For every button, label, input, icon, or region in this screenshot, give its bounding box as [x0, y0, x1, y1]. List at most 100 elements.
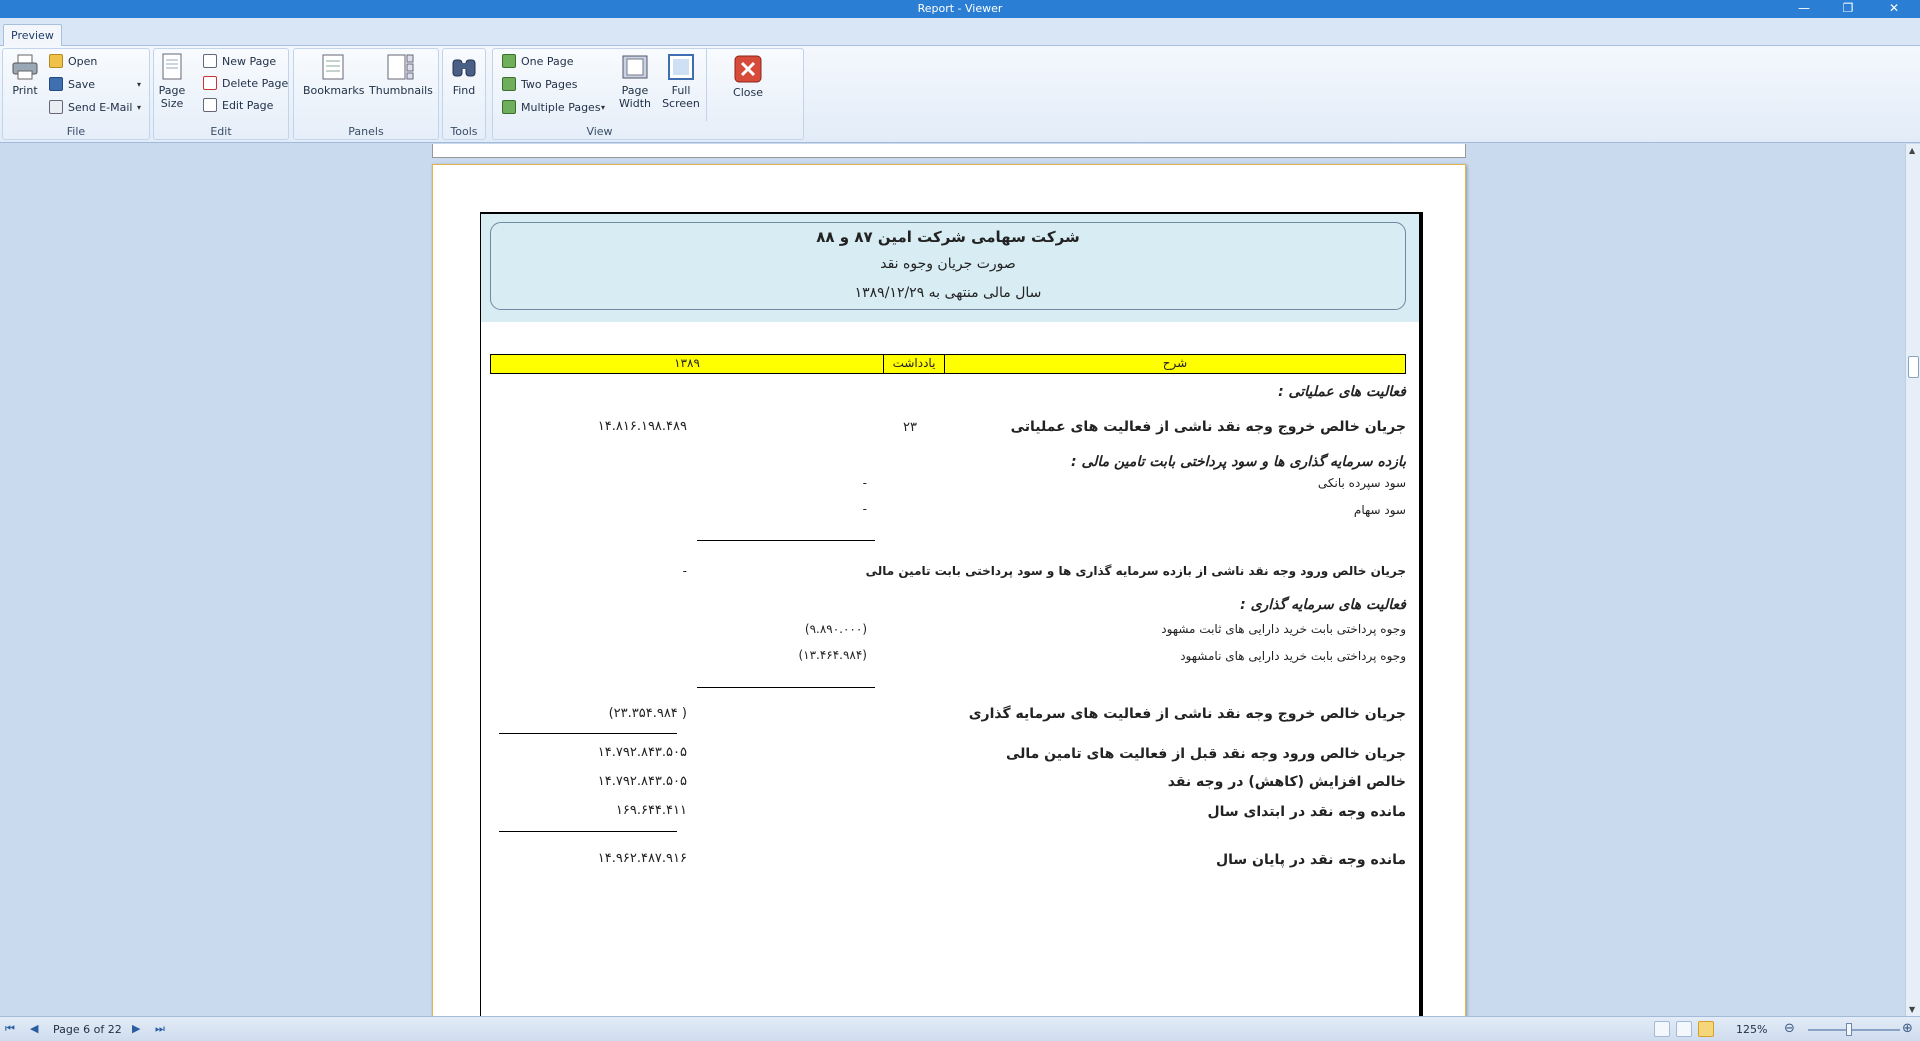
group-label-panels: Panels — [348, 125, 384, 138]
maximize-button[interactable]: ❐ — [1830, 0, 1866, 18]
subtotal-line — [697, 687, 875, 688]
column-header-row: شرح یادداشت ۱۳۸۹ — [490, 354, 1406, 374]
multi-page-view-button[interactable] — [1698, 1021, 1714, 1037]
zoom-slider-thumb[interactable] — [1846, 1023, 1852, 1036]
investing-net-label: جریان خالص خروج وجه نقد ناشی از فعالیت ه… — [968, 706, 1406, 722]
ribbon-tab-row: Preview — [0, 18, 1920, 46]
thumbnails-button[interactable]: Thumbnails — [369, 52, 433, 97]
save-dropdown-arrow[interactable]: ▾ — [137, 80, 141, 89]
ribbon-group-edit: Page Size New Page Delete Page Edit Page… — [153, 48, 289, 140]
before-financing-value: ۱۴.۷۹۲.۸۴۳.۵۰۵ — [597, 745, 687, 760]
scrollbar-thumb[interactable] — [1908, 356, 1919, 378]
column-header-year: ۱۳۸۹ — [674, 356, 700, 370]
vertical-scrollbar[interactable]: ▲ ▼ — [1905, 144, 1920, 1016]
company-title: شرکت سهامی شرکت امین ۸۷ و ۸۸ — [816, 228, 1080, 246]
new-page-icon — [203, 54, 217, 68]
full-screen-button[interactable]: Full Screen — [660, 52, 702, 110]
page-size-label-1: Page — [158, 84, 186, 97]
dividends-value: - — [862, 502, 867, 516]
closing-cash-label: مانده وجه نقد در پایان سال — [1216, 852, 1406, 868]
save-button[interactable]: Save — [49, 76, 95, 94]
minimize-button[interactable]: — — [1786, 0, 1822, 18]
zoom-slider-track[interactable] — [1808, 1029, 1900, 1031]
full-screen-label-1: Full — [671, 84, 691, 97]
find-button[interactable]: Find — [447, 52, 481, 97]
next-page-button[interactable]: ▶ — [132, 1022, 140, 1035]
multiple-pages-icon — [502, 100, 516, 114]
pencil-icon — [203, 98, 217, 112]
single-page-view-button[interactable] — [1654, 1021, 1670, 1037]
bank-interest-value: - — [862, 476, 867, 490]
one-page-button[interactable]: One Page — [502, 53, 574, 71]
zoom-out-button[interactable]: ⊖ — [1784, 1021, 1795, 1036]
bookmarks-button[interactable]: Bookmarks — [303, 52, 365, 97]
multiple-pages-button[interactable]: Multiple Pages — [502, 99, 601, 117]
page-width-label-1: Page — [621, 84, 649, 97]
floppy-disk-icon — [49, 77, 63, 91]
new-page-label: New Page — [222, 55, 277, 68]
status-bar: ⏮ ◀ Page 6 of 22 ▶ ⏭ 125% ⊖ ⊕ — [0, 1016, 1920, 1041]
multiple-pages-dropdown-arrow[interactable]: ▾ — [601, 103, 605, 112]
delete-page-button[interactable]: Delete Page — [203, 75, 288, 93]
close-window-button[interactable]: ✕ — [1876, 0, 1912, 18]
operating-note: ۲۳ — [903, 420, 917, 435]
bookmarks-icon — [322, 54, 344, 80]
subtotal-line — [697, 540, 875, 541]
previous-page-bottom — [432, 144, 1466, 158]
full-screen-label-2: Screen — [662, 97, 700, 110]
one-page-label: One Page — [521, 55, 574, 68]
ribbon: Print Open Save ▾ Send E-Mail ▾ File Pag… — [0, 46, 1920, 143]
send-email-label: Send E-Mail — [68, 101, 133, 114]
page-indicator: Page 6 of 22 — [53, 1023, 122, 1036]
edit-page-button[interactable]: Edit Page — [203, 97, 273, 115]
column-separator — [944, 355, 945, 373]
two-pages-button[interactable]: Two Pages — [502, 76, 577, 94]
document-viewport[interactable]: شرکت سهامی شرکت امین ۸۷ و ۸۸ صورت جریان … — [0, 144, 1905, 1016]
last-page-button[interactable]: ⏭ — [155, 1022, 165, 1036]
view-group-divider — [706, 49, 707, 121]
returns-net-label: جریان خالص ورود وجه نقد ناشی از بازده سر… — [865, 564, 1406, 578]
opening-cash-label: مانده وجه نقد در ابتدای سال — [1207, 804, 1406, 820]
bookmarks-label: Bookmarks — [303, 84, 365, 97]
period-title: سال مالی منتهی به ۱۳۸۹/۱۲/۲۹ — [854, 285, 1042, 301]
total-line — [499, 831, 677, 832]
scroll-up-arrow[interactable]: ▲ — [1909, 146, 1915, 155]
find-label: Find — [452, 84, 476, 97]
page-width-button[interactable]: Page Width — [614, 52, 656, 110]
envelope-icon — [49, 100, 63, 114]
send-email-button[interactable]: Send E-Mail — [49, 99, 132, 117]
returns-heading: بازده سرمایه گذاری ها و سود پرداختی بابت… — [1070, 454, 1406, 470]
send-email-dropdown-arrow[interactable]: ▾ — [137, 103, 141, 112]
tangible-assets-label: وجوه پرداختی بابت خرید دارایی های ثابت م… — [1161, 622, 1406, 636]
printer-icon — [12, 54, 38, 80]
zoom-level: 125% — [1736, 1023, 1768, 1036]
page-size-icon — [162, 53, 182, 80]
delete-page-icon — [203, 76, 217, 90]
scroll-down-arrow[interactable]: ▼ — [1909, 1005, 1915, 1014]
previous-page-button[interactable]: ◀ — [30, 1022, 38, 1035]
folder-icon — [49, 54, 63, 68]
ribbon-group-view: One Page Two Pages Multiple Pages ▾ Page… — [492, 48, 804, 140]
bank-interest-label: سود سپرده بانکی — [1317, 476, 1406, 490]
print-button[interactable]: Print — [8, 52, 42, 97]
column-header-description: شرح — [1162, 356, 1188, 370]
title-bar: Report - Viewer — ❐ ✕ — [0, 0, 1920, 18]
net-change-label: خالص افزایش (کاهش) در وجه نقد — [1167, 774, 1406, 790]
open-button[interactable]: Open — [49, 53, 97, 71]
subtotal-line — [499, 733, 677, 734]
thumbnails-label: Thumbnails — [369, 84, 433, 97]
close-preview-button[interactable]: Close — [727, 54, 769, 99]
page-size-button[interactable]: Page Size — [157, 52, 187, 110]
first-page-button[interactable]: ⏮ — [5, 1022, 15, 1036]
two-page-view-button[interactable] — [1676, 1021, 1692, 1037]
open-label: Open — [68, 55, 98, 68]
new-page-button[interactable]: New Page — [203, 53, 276, 71]
group-label-tools: Tools — [450, 125, 478, 138]
tab-preview[interactable]: Preview — [3, 24, 62, 46]
group-label-view: View — [586, 125, 613, 138]
save-label: Save — [68, 78, 96, 91]
column-separator — [883, 355, 884, 373]
group-label-edit: Edit — [210, 125, 232, 138]
zoom-in-button[interactable]: ⊕ — [1902, 1021, 1913, 1036]
dividends-label: سود سهام — [1353, 503, 1406, 517]
